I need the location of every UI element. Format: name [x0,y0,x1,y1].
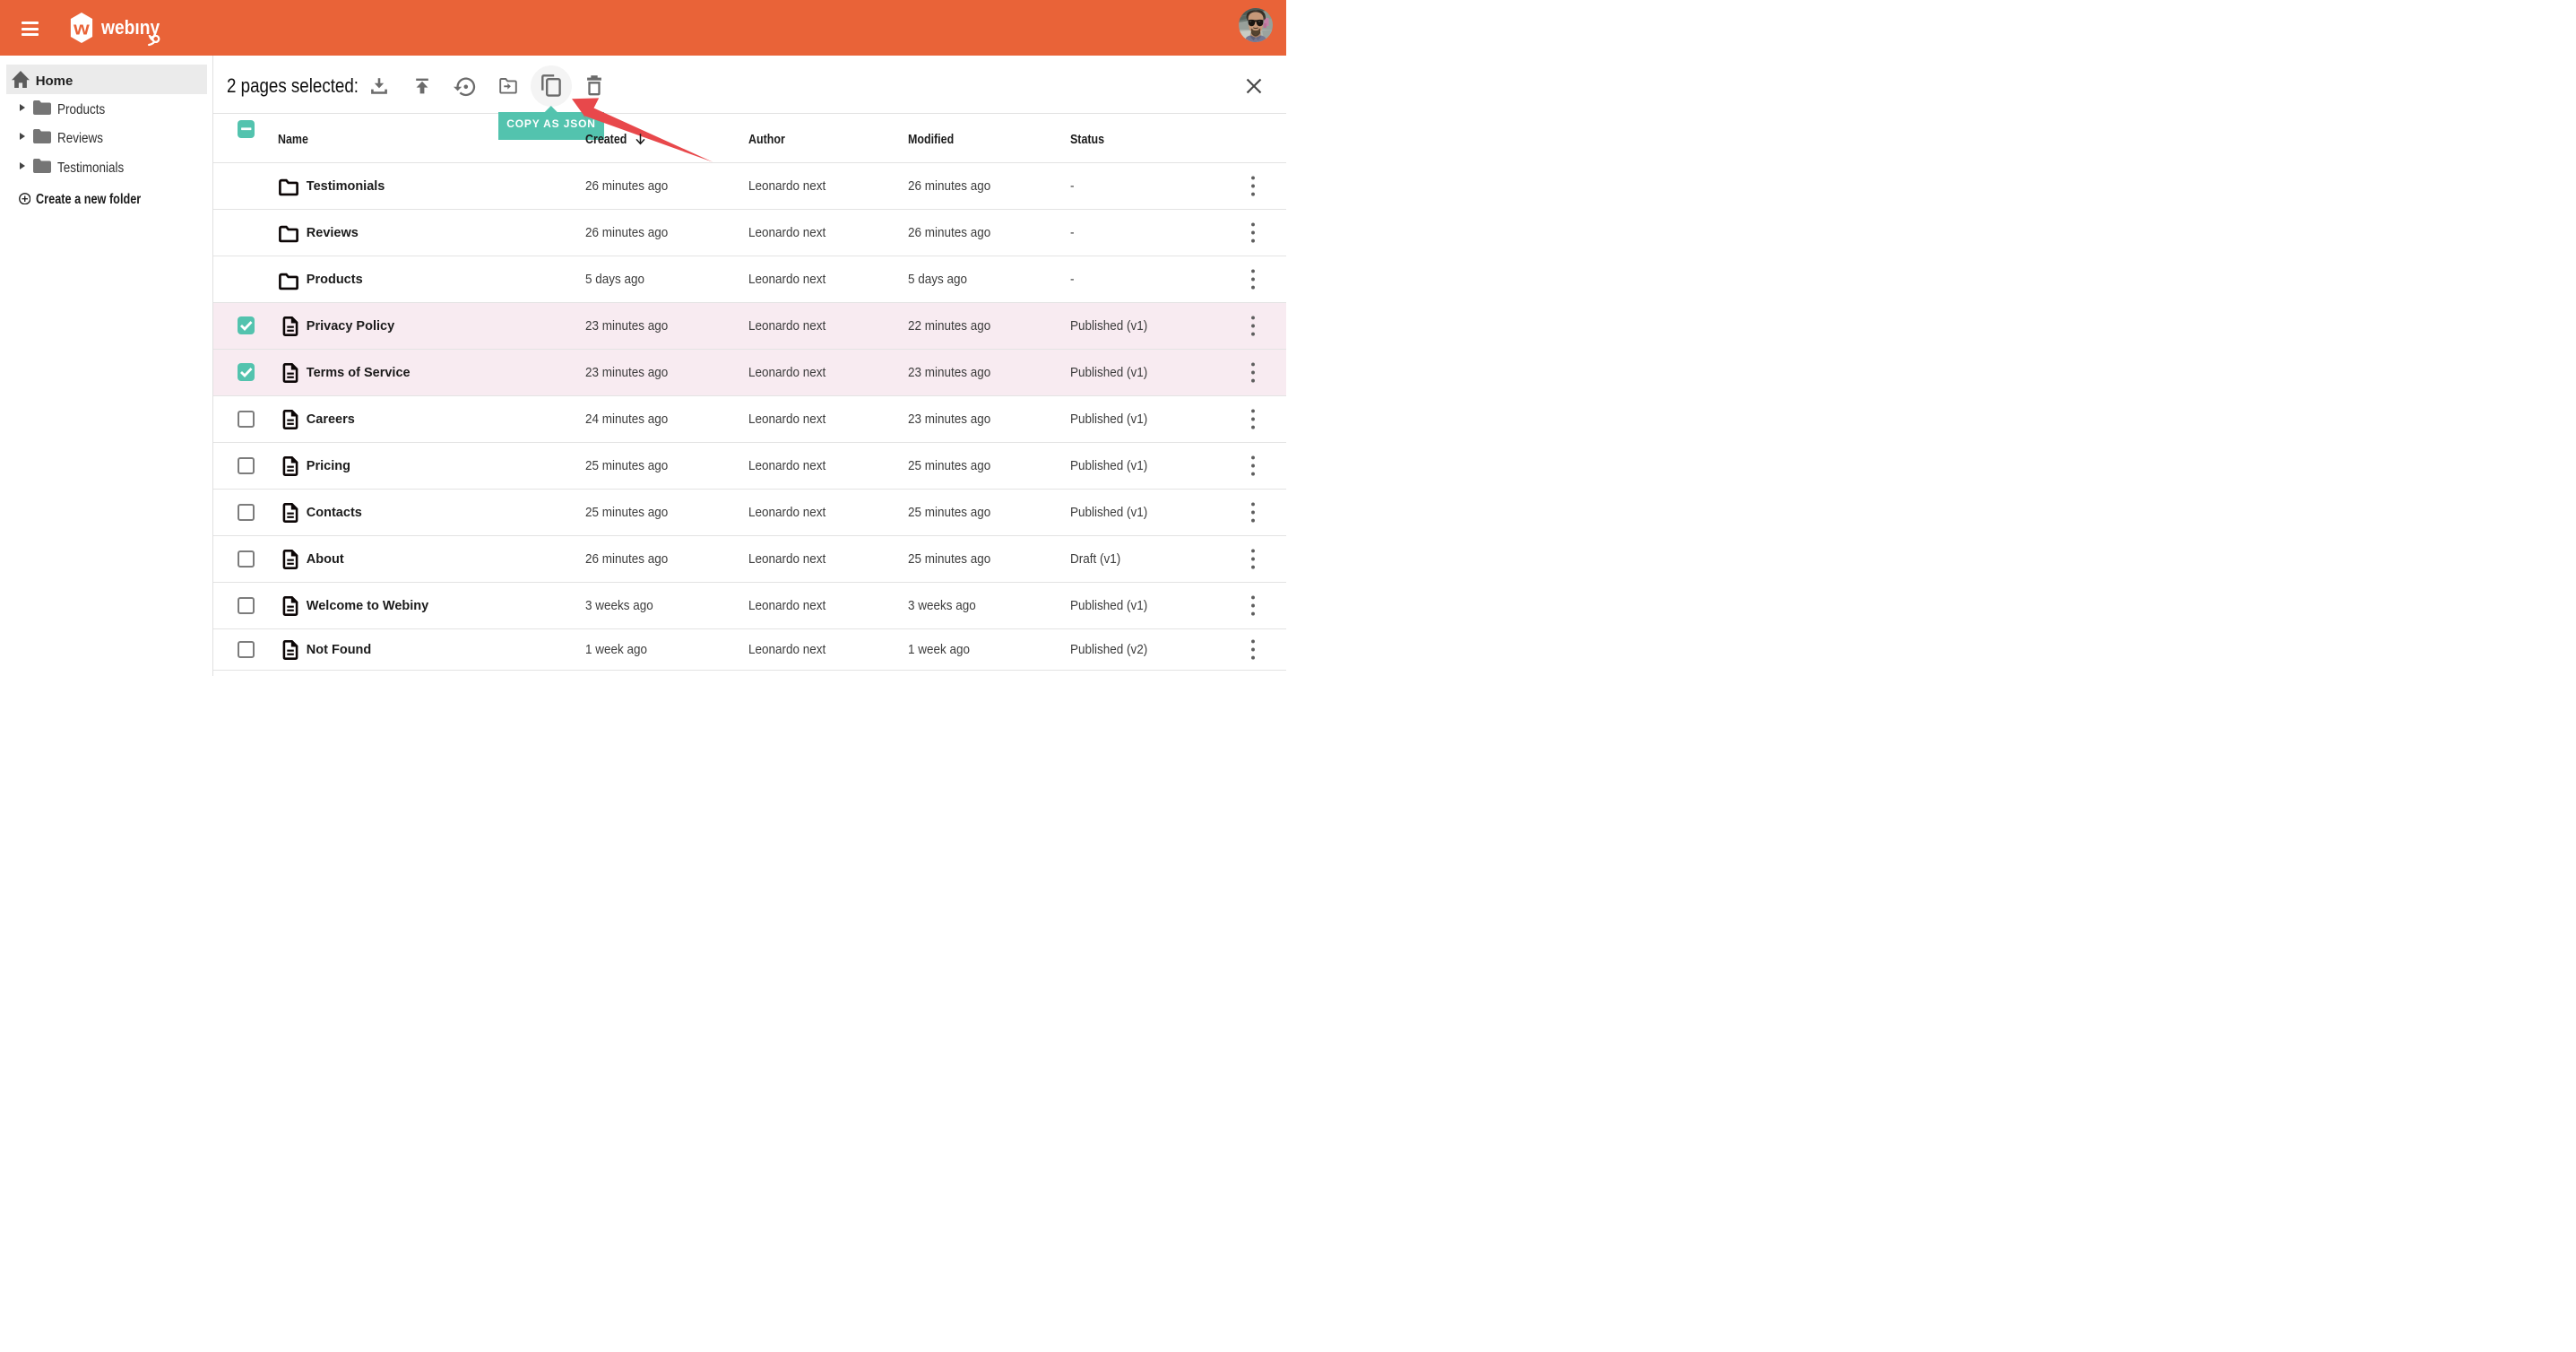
svg-text:w: w [73,20,90,39]
